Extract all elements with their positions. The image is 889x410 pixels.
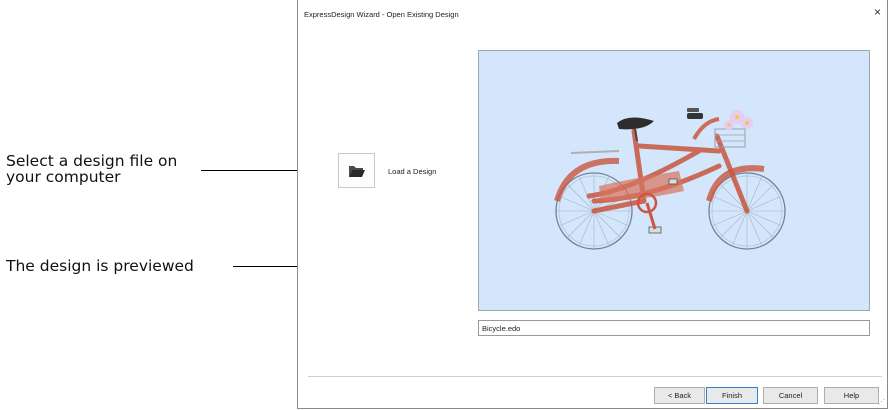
dialog-title: ExpressDesign Wizard - Open Existing Des… [304, 10, 459, 19]
callout-load-text: Select a design file on your computer [6, 152, 178, 186]
load-design-button[interactable] [338, 153, 375, 188]
design-preview [478, 50, 870, 311]
callout-preview: The design is previewed [6, 258, 246, 274]
footer-separator [308, 376, 882, 377]
resize-grip-icon[interactable]: ⋰ [878, 398, 885, 406]
folder-open-icon [348, 165, 365, 177]
close-icon[interactable]: × [874, 5, 881, 19]
wizard-dialog: ExpressDesign Wizard - Open Existing Des… [297, 0, 888, 409]
cancel-button[interactable]: Cancel [763, 387, 818, 404]
callout-load-design: Select a design file on your computer [6, 153, 206, 185]
back-button[interactable]: < Back [654, 387, 705, 404]
help-button[interactable]: Help [824, 387, 879, 404]
filename-field[interactable]: Bicycle.edo [478, 320, 870, 336]
callout-preview-text: The design is previewed [6, 257, 194, 275]
finish-button[interactable]: Finish [706, 387, 758, 404]
load-design-label: Load a Design [388, 167, 437, 176]
bicycle-design-image [554, 108, 786, 250]
